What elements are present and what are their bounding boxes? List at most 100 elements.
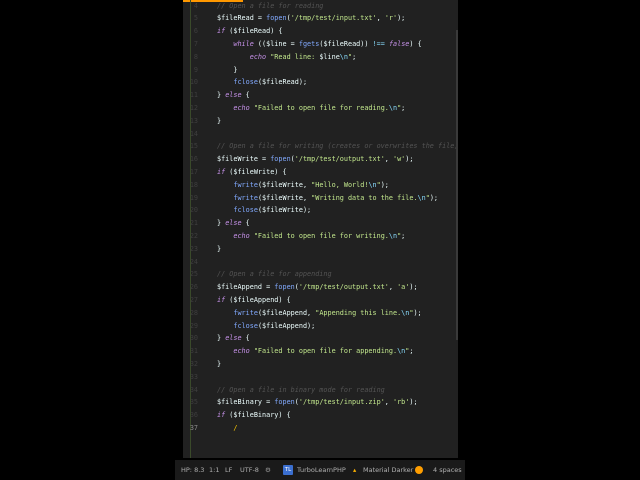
code-token: )) — [360, 40, 373, 48]
code-token: else — [225, 334, 242, 343]
line-number: 17 — [189, 168, 198, 176]
settings-icon[interactable]: ⚙ — [265, 460, 271, 480]
code-token: fgets — [298, 40, 320, 48]
code-token: { — [241, 219, 250, 228]
code-token: 'rb' — [392, 398, 410, 407]
code-token: $line — [319, 52, 340, 61]
line-number: 30 — [189, 334, 198, 343]
line-number: 24 — [189, 257, 198, 266]
code-token: echo — [233, 347, 250, 356]
code-token: ; — [409, 347, 414, 356]
code-token: // Open a file in binary mode for readin… — [217, 385, 385, 394]
code-token: , — [376, 14, 385, 23]
notification-dot-icon[interactable] — [415, 466, 423, 474]
line-number: 31 — [189, 347, 198, 356]
code-token: if — [217, 296, 226, 304]
line-number: 34 — [189, 385, 198, 394]
code-text: fclose($fileAppend); — [217, 320, 315, 333]
code-text: } — [217, 358, 221, 371]
line-number: 14 — [189, 129, 198, 138]
code-token: ; — [401, 104, 406, 112]
code-token: \n — [388, 232, 398, 240]
code-token: fwrite — [233, 308, 258, 317]
code-token: else — [225, 219, 242, 228]
code-token: !== — [372, 40, 385, 48]
code-token: "Writing data to the file. — [311, 193, 418, 202]
code-token: ; — [352, 52, 357, 61]
indent-setting[interactable]: 4 spaces — [433, 460, 462, 480]
code-text: } — [217, 115, 221, 128]
line-number: 10 — [189, 78, 198, 87]
code-text: echo "Read line: $line\n"; — [217, 51, 356, 64]
code-token: "Hello, World! — [311, 180, 369, 189]
code-token: echo — [249, 52, 267, 61]
code-token: ); — [298, 78, 308, 87]
code-token: echo — [233, 232, 250, 240]
code-token: $fileAppend — [262, 321, 308, 330]
code-text: } — [217, 243, 221, 256]
code-token: $fileAppend — [233, 296, 279, 304]
code-token: // Open a file for appending — [217, 270, 332, 279]
code-token: } — [217, 91, 226, 100]
code-token: "Appending this line. — [315, 308, 402, 317]
code-token: $fileBinary — [233, 411, 279, 420]
code-token: $fileRead — [217, 14, 254, 23]
line-number: 32 — [189, 360, 198, 368]
code-text: } — [217, 64, 237, 77]
code-token: = — [253, 14, 267, 23]
line-number: 5 — [193, 14, 198, 23]
code-token: $line — [266, 40, 287, 48]
code-text: } else { — [217, 332, 250, 345]
line-number: 11 — [189, 91, 198, 100]
code-text: if ($fileBinary) { — [217, 409, 291, 422]
code-token: } — [217, 360, 222, 368]
line-number: 25 — [189, 270, 198, 279]
line-number: 15 — [189, 142, 198, 151]
code-token: ) { — [270, 27, 283, 36]
vertical-scrollbar[interactable] — [456, 30, 458, 340]
code-token: "Failed to open file for writing. — [253, 232, 389, 240]
code-token: $fileRead — [233, 27, 271, 36]
line-number: 8 — [193, 52, 198, 61]
line-number: 18 — [189, 180, 198, 189]
code-text: if ($fileWrite) { — [217, 166, 287, 179]
code-token: fwrite — [233, 180, 258, 189]
php-version[interactable]: HP: 8.3 — [181, 460, 204, 480]
code-token: fclose — [233, 206, 258, 215]
line-number: 37 — [189, 424, 198, 432]
code-token: if — [217, 27, 226, 36]
code-token: ); — [429, 193, 439, 202]
code-token: ); — [405, 155, 414, 164]
code-token: if — [217, 168, 226, 176]
code-token: fopen — [270, 155, 291, 164]
code-token: ); — [413, 308, 422, 317]
plugin-name[interactable]: TurboLearnPHP — [297, 460, 346, 480]
code-text: // Open a file for writing (creates or o… — [217, 140, 458, 153]
code-text: $fileRead = fopen('/tmp/test/input.txt',… — [217, 12, 405, 25]
theme-icon: ▴ — [353, 466, 357, 474]
line-ending[interactable]: LF — [225, 460, 232, 480]
code-token: ) { — [278, 411, 291, 420]
theme-name[interactable]: Material Darker — [363, 460, 413, 480]
code-token: ) { — [409, 40, 422, 48]
code-text: if ($fileAppend) { — [217, 294, 291, 307]
code-text: fwrite($fileAppend, "Appending this line… — [217, 307, 422, 320]
code-token: = — [262, 283, 275, 292]
line-number: 4 — [193, 1, 198, 10]
cursor-position[interactable]: 1:1 — [209, 460, 219, 480]
code-token: 'r' — [384, 14, 398, 23]
code-token: "Failed to open file for reading. — [253, 104, 389, 112]
code-token: fopen — [274, 398, 295, 407]
file-encoding[interactable]: UTF-8 — [240, 460, 259, 480]
code-token: $fileWrite — [233, 168, 275, 176]
code-token: / — [233, 424, 238, 432]
code-text: while (($line = fgets($fileRead)) !== fa… — [217, 38, 422, 51]
code-token: echo — [233, 104, 250, 112]
code-editor[interactable]: 4 // Open a file for reading 5 $fileRead = … — [183, 0, 458, 458]
